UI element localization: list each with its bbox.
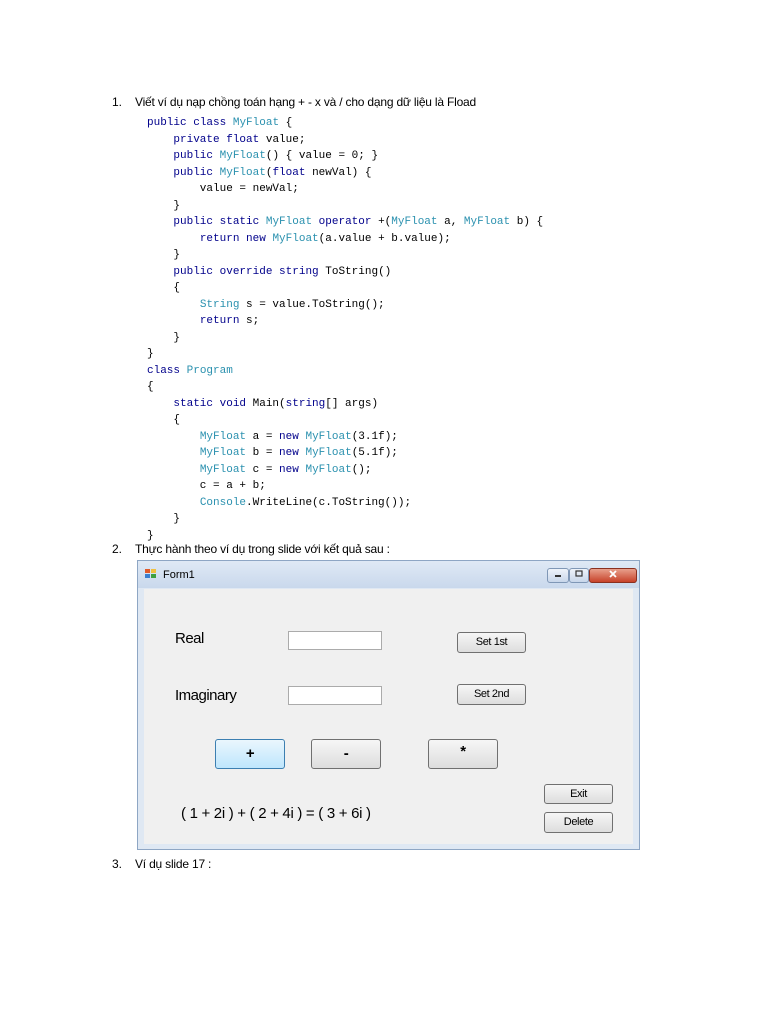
code-line: public override string ToString() xyxy=(173,265,392,278)
maximize-icon[interactable] xyxy=(569,568,589,583)
list-item-text: Ví dụ slide 17 : xyxy=(135,857,212,871)
list-item-text: Viết ví dụ nạp chồng toán hạng + - x và … xyxy=(135,95,476,109)
code-line: public MyFloat() { value = 0; } xyxy=(173,150,379,162)
list-number: 1. xyxy=(112,95,123,109)
code-line: c = a + b; xyxy=(147,480,266,492)
list-number: 3. xyxy=(112,857,123,871)
list-item-text: Thực hành theo ví dụ trong slide với kết… xyxy=(135,542,390,556)
form-window: Form1 Real Set 1st Imaginary Set 2nd + -… xyxy=(137,560,640,850)
form-client-area: Real Set 1st Imaginary Set 2nd + - * Exi… xyxy=(144,589,633,844)
code-line: return s; xyxy=(199,315,260,327)
code-line: } xyxy=(147,348,154,360)
list-number: 2. xyxy=(112,542,123,556)
code-line: { xyxy=(147,282,181,294)
close-icon[interactable] xyxy=(589,568,637,583)
real-input[interactable] xyxy=(288,631,382,650)
code-line: public class MyFloat { xyxy=(147,117,293,129)
code-line: value = newVal; xyxy=(147,183,299,195)
code-line: public static MyFloat operator +(MyFloat… xyxy=(173,216,544,228)
code-line: MyFloat b = new MyFloat(5.1f); xyxy=(199,447,398,459)
code-line: } xyxy=(147,199,181,212)
multiply-button[interactable]: * xyxy=(428,739,498,769)
result-label: ( 1 + 2i ) + ( 2 + 4i ) = ( 3 + 6i ) xyxy=(181,805,371,822)
code-line: return new MyFloat(a.value + b.value); xyxy=(199,232,451,245)
minimize-icon[interactable] xyxy=(547,568,569,583)
code-line: Console.WriteLine(c.ToString()); xyxy=(199,496,412,509)
code-line: } xyxy=(147,513,181,525)
exit-button[interactable]: Exit xyxy=(544,784,613,804)
set-1st-button[interactable]: Set 1st xyxy=(457,632,526,653)
minus-button[interactable]: - xyxy=(311,739,381,769)
window-title: Form1 xyxy=(163,569,195,581)
code-block: public class MyFloat { private float val… xyxy=(147,115,543,544)
imaginary-input[interactable] xyxy=(288,686,382,705)
app-icon xyxy=(145,569,156,578)
delete-button[interactable]: Delete xyxy=(544,812,613,833)
code-line: public MyFloat(float newVal) { xyxy=(173,166,372,179)
code-line: private float value; xyxy=(173,133,306,146)
code-line: { xyxy=(147,414,181,426)
title-bar: Form1 xyxy=(138,561,639,588)
code-line: MyFloat c = new MyFloat(); xyxy=(199,463,372,476)
imaginary-label: Imaginary xyxy=(175,687,237,704)
code-line: String s = value.ToString(); xyxy=(199,298,385,311)
code-line: } xyxy=(147,331,181,344)
code-line: static void Main(string[] args) xyxy=(173,397,379,410)
plus-button[interactable]: + xyxy=(215,739,285,769)
code-line: MyFloat a = new MyFloat(3.1f); xyxy=(199,430,398,443)
code-line: } xyxy=(147,249,181,261)
real-label: Real xyxy=(175,630,204,647)
code-line: class Program xyxy=(147,364,233,377)
code-line: { xyxy=(147,381,154,393)
set-2nd-button[interactable]: Set 2nd xyxy=(457,684,526,705)
